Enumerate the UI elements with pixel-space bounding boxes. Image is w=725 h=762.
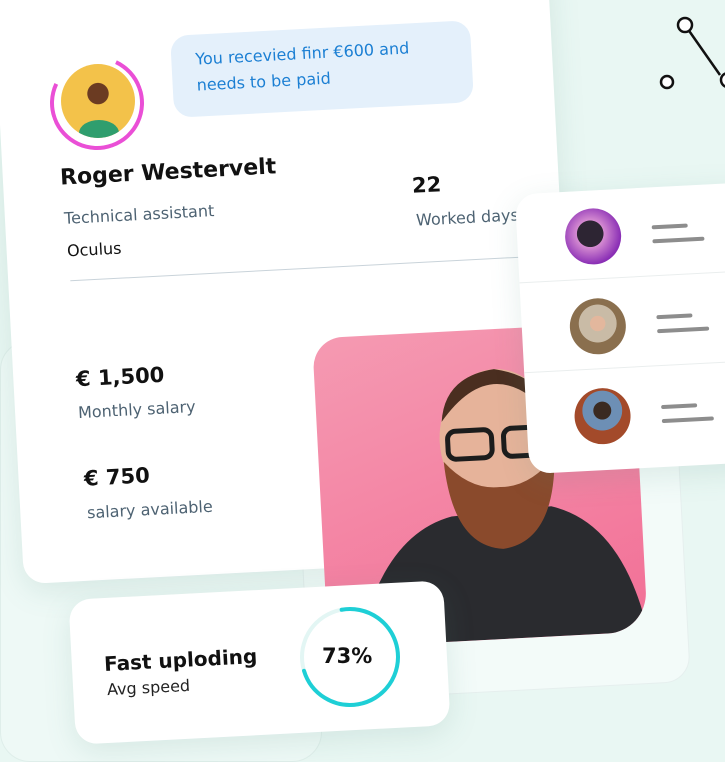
upload-percent: 73%	[322, 644, 373, 668]
avatar[interactable]	[61, 64, 135, 138]
list-item[interactable]	[514, 181, 725, 284]
placeholder-line	[661, 416, 714, 424]
list-item[interactable]	[519, 271, 725, 374]
avatar	[563, 207, 623, 266]
monthly-salary-value: € 1,500	[75, 362, 165, 392]
placeholder-line	[657, 326, 710, 334]
placeholder-line	[652, 236, 705, 244]
avatar	[573, 386, 632, 446]
placeholder-line	[651, 223, 688, 230]
list-item[interactable]	[524, 362, 725, 462]
network-decoration-icon	[659, 16, 725, 90]
avatar	[568, 296, 628, 356]
payment-notification[interactable]: You recevied finr €600 and needs to be p…	[170, 20, 474, 118]
placeholder-line	[661, 403, 698, 410]
notification-text: You recevied finr €600 and needs to be p…	[194, 38, 410, 95]
available-salary-value: € 750	[83, 463, 151, 491]
employee-company: Oculus	[66, 238, 122, 261]
worked-days-value: 22	[411, 172, 442, 198]
placeholder-line	[656, 313, 693, 320]
people-list-card	[514, 181, 725, 475]
